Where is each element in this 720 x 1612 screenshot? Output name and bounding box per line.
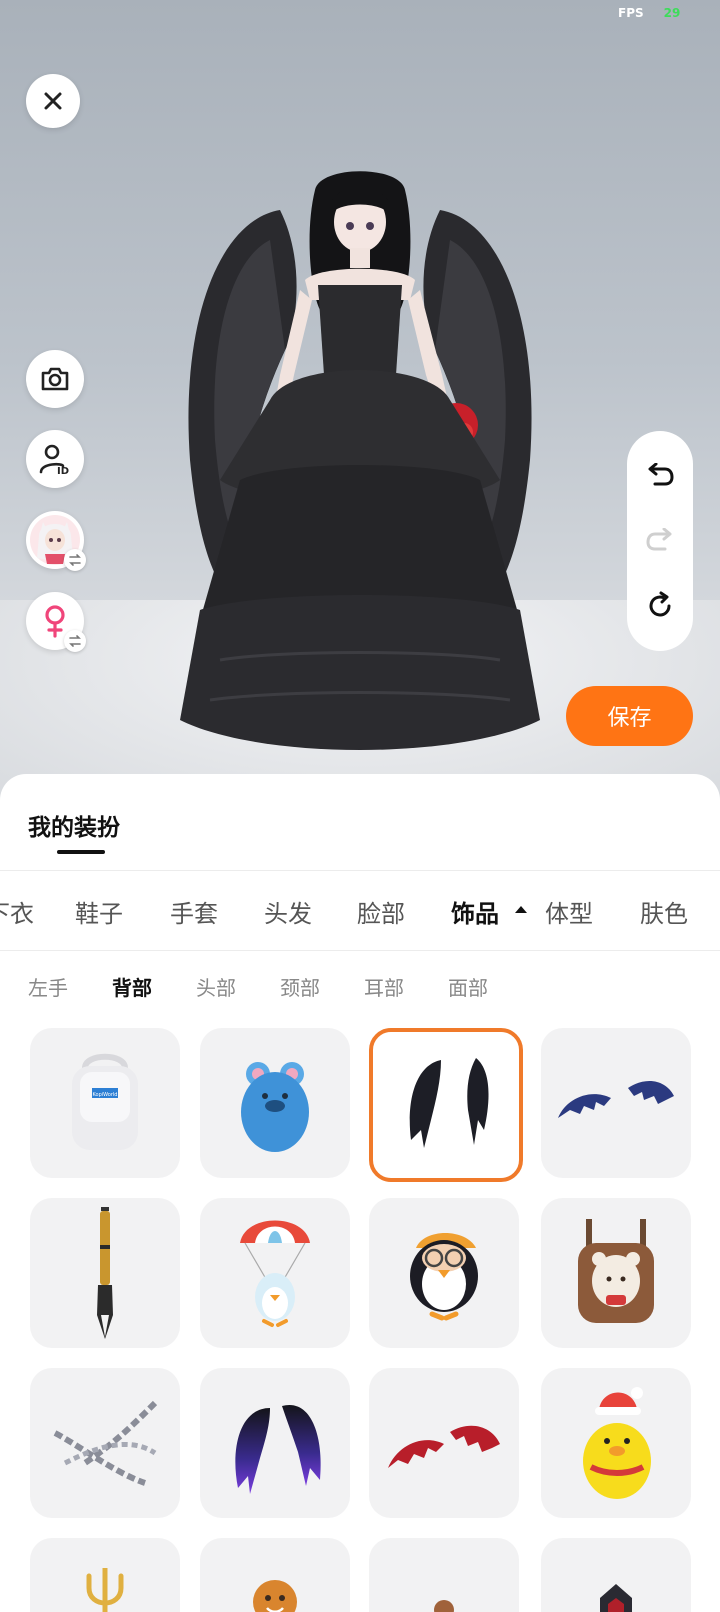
item-bat-wings[interactable] [541,1028,691,1178]
item-gingerbread-man[interactable] [200,1538,350,1612]
save-button[interactable]: 保存 [566,686,693,746]
subcategory-tabs: 左手 背部 头部 颈部 耳部 面部 [0,970,720,1010]
divider [0,950,720,951]
swap-badge [64,630,86,652]
avatar-switch-button[interactable] [26,511,86,571]
female-icon [45,605,65,638]
item-dark-box[interactable] [541,1538,691,1612]
reset-icon [649,591,671,617]
tab-bottoms[interactable]: 下衣 [0,894,34,929]
fps-counter: FPS 29 [618,6,680,20]
purple-wings-icon [235,1404,321,1494]
item-red-devil-wings[interactable] [369,1368,519,1518]
yellow-duck-icon [583,1387,651,1499]
sheet-title: 我的装扮 [28,815,120,841]
tab-shoes[interactable]: 鞋子 [75,894,123,929]
tab-gloves[interactable]: 手套 [170,894,218,929]
item-penguin-glasses[interactable] [369,1198,519,1348]
profile-id-icon: ID [39,444,69,476]
bear-backpack-icon [578,1219,654,1323]
red-wings-icon [388,1425,500,1468]
gender-switch-button[interactable] [26,592,86,652]
tab-body-shape[interactable]: 体型 [545,894,593,929]
avatar-character[interactable] [160,160,560,770]
subtab-neck[interactable]: 颈部 [280,972,320,1001]
redo-icon [646,527,672,551]
caret-up-icon [515,906,527,913]
subtab-head[interactable]: 头部 [196,972,236,1001]
subtab-ear[interactable]: 耳部 [364,972,404,1001]
item-golden-trident[interactable] [30,1538,180,1612]
history-panel [627,431,693,651]
item-brown-bag[interactable] [369,1538,519,1612]
item-chains[interactable] [30,1368,180,1518]
backpack-logo-text: KopiWorld [93,1092,118,1098]
bat-wings-icon [558,1081,674,1118]
brush-icon [97,1207,113,1339]
item-yellow-duck-santa[interactable] [541,1368,691,1518]
redo-button[interactable] [640,521,680,561]
subtab-left-hand[interactable]: 左手 [28,972,68,1001]
white-backpack-icon: KopiWorld [72,1053,138,1150]
tab-accessories[interactable]: 饰品 [451,894,499,929]
undo-button[interactable] [640,456,680,496]
close-icon [44,92,62,110]
item-white-backpack[interactable]: KopiWorld [30,1028,180,1178]
brown-bag-icon [434,1600,454,1612]
close-button[interactable] [26,74,80,128]
swap-badge [64,549,86,571]
item-black-feather-wings[interactable] [369,1028,523,1182]
camera-button[interactable] [26,350,84,408]
item-purple-gradient-wings[interactable] [200,1368,350,1518]
subtab-face[interactable]: 面部 [448,972,488,1001]
gingerbread-icon [253,1580,297,1612]
black-wings-icon [409,1058,489,1148]
blue-mouse-icon [241,1062,309,1152]
trident-icon [86,1568,124,1612]
subtab-back[interactable]: 背部 [112,972,152,1001]
swap-icon [69,635,81,647]
item-calligraphy-brush[interactable] [30,1198,180,1348]
item-penguin-parachute[interactable] [200,1198,350,1348]
fps-value: 29 [663,6,681,20]
svg-text:ID: ID [57,466,69,476]
item-bear-backpack[interactable] [541,1198,691,1348]
chains-icon [53,1400,158,1486]
outfit-sheet: 我的装扮 下衣 鞋子 手套 头发 脸部 饰品 体型 肤色 左手 背部 头部 颈部… [0,774,720,1612]
swap-icon [69,554,81,566]
reset-button[interactable] [640,586,680,626]
dark-box-icon [600,1584,632,1612]
category-tabs: 下衣 鞋子 手套 头发 脸部 饰品 体型 肤色 [0,870,720,950]
camera-icon [41,367,69,391]
fps-label: FPS [618,6,644,20]
tab-hair[interactable]: 头发 [264,894,312,929]
item-blue-mouse-backpack[interactable] [200,1028,350,1178]
title-underline [57,850,105,854]
penguin-glasses-icon [410,1233,478,1321]
undo-icon [648,462,674,486]
tab-face[interactable]: 脸部 [357,894,405,929]
profile-id-button[interactable]: ID [26,430,84,488]
penguin-parachute-icon [240,1220,310,1327]
avatar-stage[interactable]: FPS 29 ID 保存 [0,0,720,800]
tab-skin-color[interactable]: 肤色 [640,894,688,929]
